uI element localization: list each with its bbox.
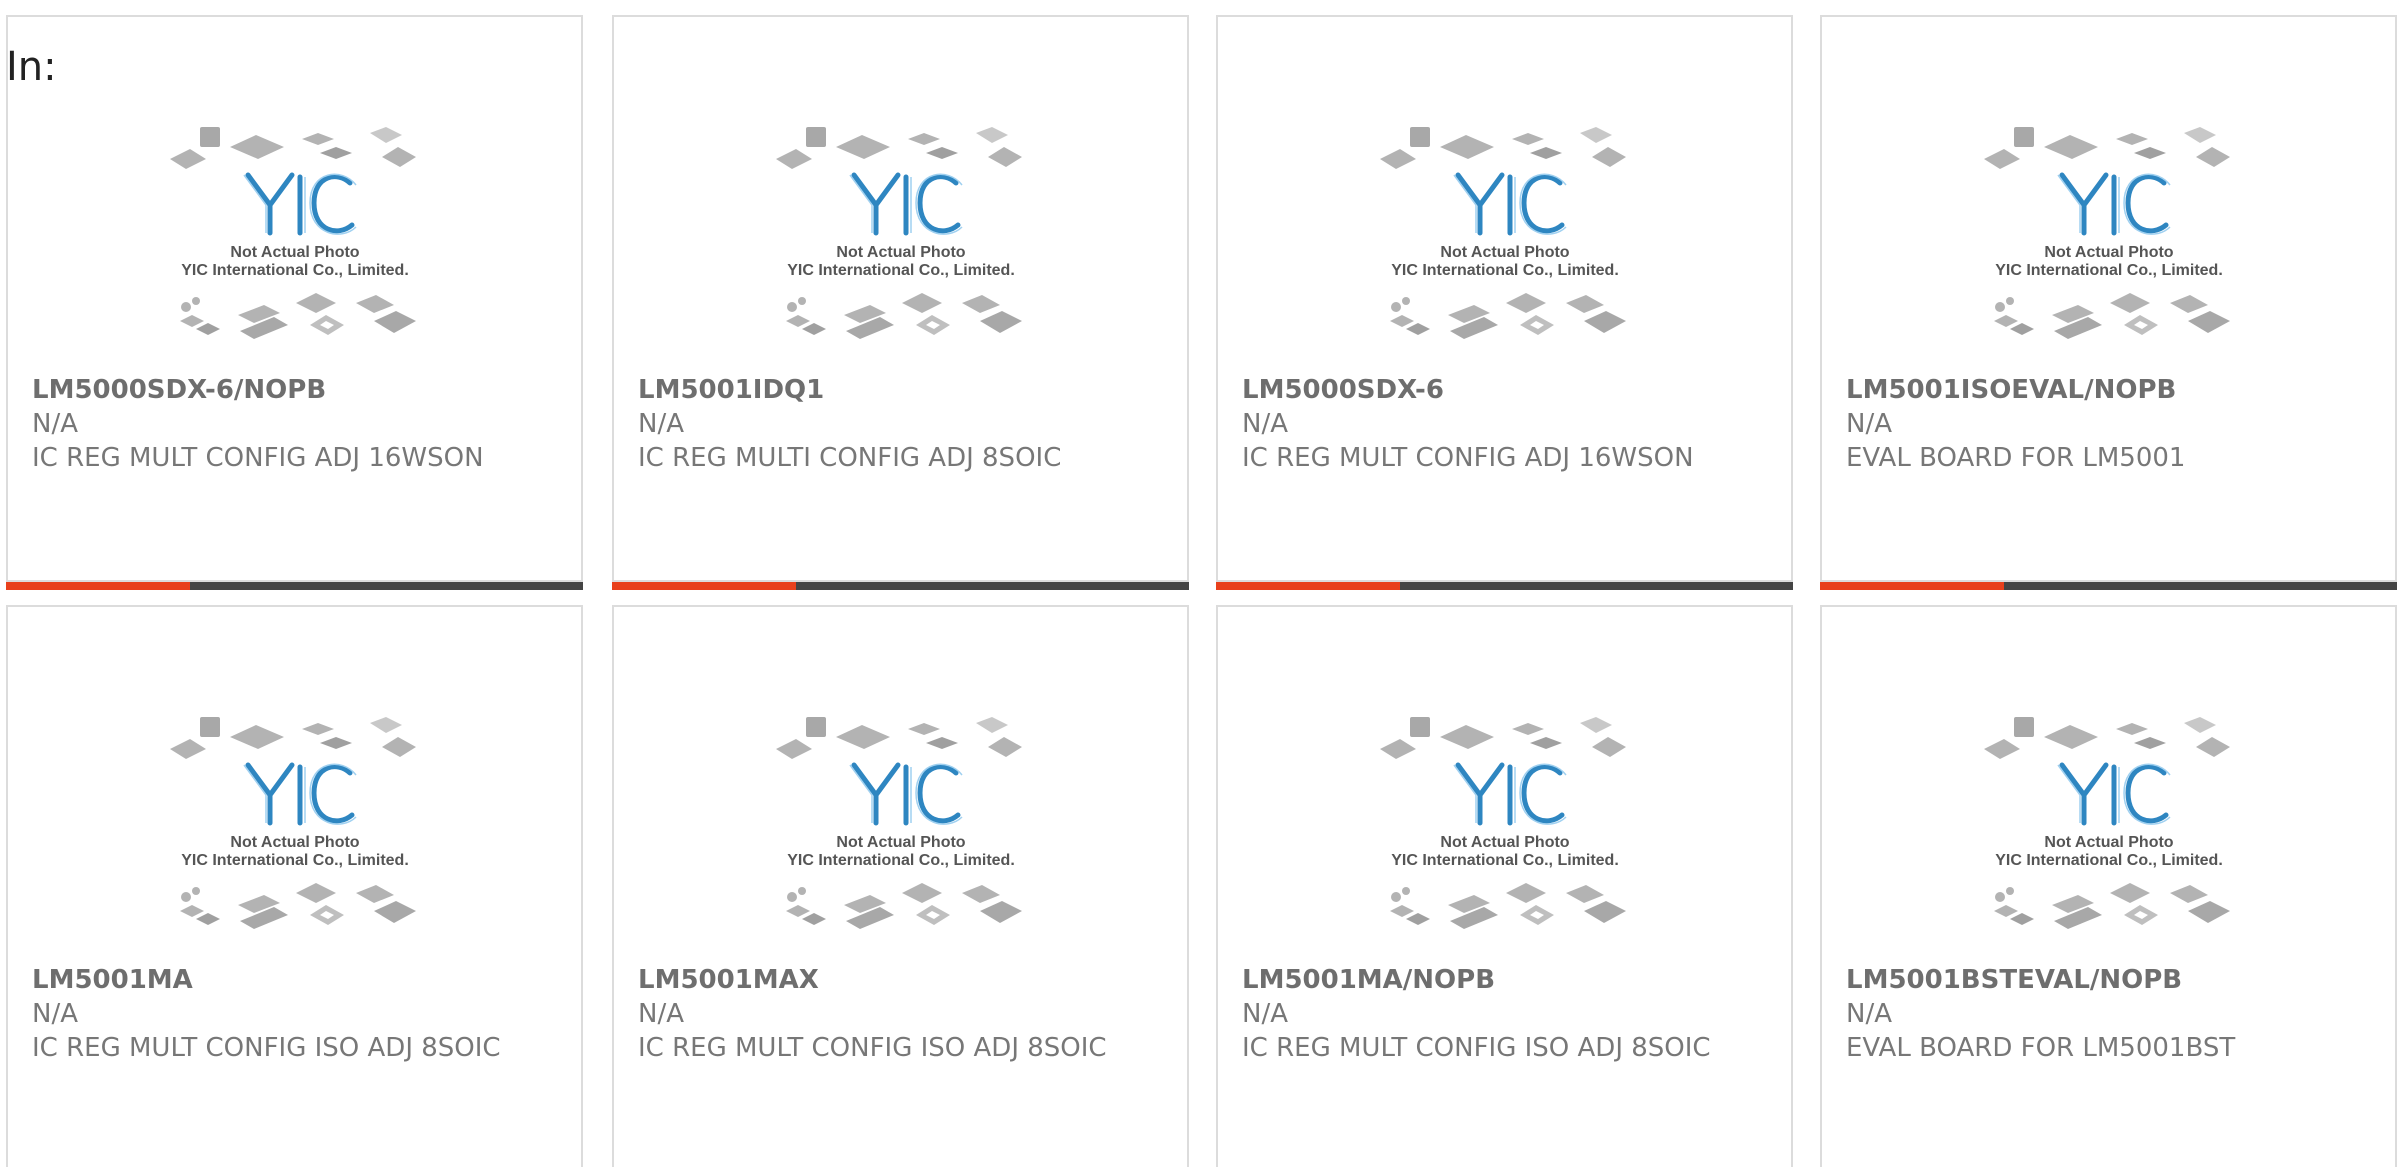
not-actual-photo-text: Not Actual Photo <box>1440 834 1569 851</box>
manufacturer-text: N/A <box>638 409 684 439</box>
product-card[interactable]: Not Actual Photo YIC International Co., … <box>1216 605 1793 1167</box>
product-image[interactable]: Not Actual Photo YIC International Co., … <box>614 695 1187 953</box>
description-text: EVAL BOARD FOR LM5001BST <box>1846 1033 2236 1063</box>
description-text: IC REG MULTI CONFIG ADJ 8SOIC <box>638 443 1062 473</box>
description-text: EVAL BOARD FOR LM5001 <box>1846 443 2186 473</box>
product-info: LM5001MAX N/A IC REG MULT CONFIG ISO ADJ 8… <box>638 963 1167 1065</box>
not-actual-photo-text: Not Actual Photo <box>2044 244 2173 261</box>
product-image[interactable]: Not Actual Photo YIC International Co., … <box>614 105 1187 363</box>
not-actual-photo-text: Not Actual Photo <box>836 244 965 261</box>
part-number-link[interactable]: LM5000SDX-6/NOPB <box>32 373 561 407</box>
company-name-text: YIC International Co., Limited. <box>1391 262 1619 279</box>
card-accent-bar <box>1216 582 1400 590</box>
product-card[interactable]: Not Actual Photo YIC International Co., … <box>1216 15 1793 590</box>
product-info: LM5001MA N/A IC REG MULT CONFIG ISO ADJ 8S… <box>32 963 561 1065</box>
part-number-link[interactable]: LM5001MAX <box>638 963 1167 997</box>
manufacturer-text: N/A <box>32 999 78 1029</box>
not-actual-photo-text: Not Actual Photo <box>230 244 359 261</box>
product-image[interactable]: Not Actual Photo YIC International Co., … <box>8 105 581 363</box>
description-text: IC REG MULT CONFIG ADJ 16WSON <box>1242 443 1694 473</box>
product-card[interactable]: Not Actual Photo YIC International Co., … <box>1820 605 2397 1167</box>
product-card[interactable]: Not Actual Photo YIC International Co., … <box>6 605 583 1167</box>
product-image[interactable]: Not Actual Photo YIC International Co., … <box>1822 105 2395 363</box>
description-text: IC REG MULT CONFIG ISO ADJ 8SOIC <box>1242 1033 1711 1063</box>
card-accent-bar <box>6 582 190 590</box>
product-image[interactable]: Not Actual Photo YIC International Co., … <box>1218 695 1791 953</box>
part-number-link[interactable]: LM5001MA/NOPB <box>1242 963 1771 997</box>
product-image[interactable]: Not Actual Photo YIC International Co., … <box>8 695 581 953</box>
filter-label: In: <box>6 44 57 90</box>
product-card[interactable]: Not Actual Photo YIC International Co., … <box>6 15 583 590</box>
not-actual-photo-text: Not Actual Photo <box>230 834 359 851</box>
product-grid-page: In: Not Actual Photo YIC International C… <box>0 0 2400 1167</box>
part-number-link[interactable]: LM5001IDQ1 <box>638 373 1167 407</box>
product-info: LM5001ISOEVAL/NOPB N/A EVAL BOARD FOR LM50… <box>1846 373 2375 475</box>
card-bottom-bar <box>612 582 1189 590</box>
company-name-text: YIC International Co., Limited. <box>1995 852 2223 869</box>
manufacturer-text: N/A <box>1242 999 1288 1029</box>
product-card[interactable]: Not Actual Photo YIC International Co., … <box>612 605 1189 1167</box>
description-text: IC REG MULT CONFIG ISO ADJ 8SOIC <box>32 1033 501 1063</box>
manufacturer-text: N/A <box>638 999 684 1029</box>
company-name-text: YIC International Co., Limited. <box>1995 262 2223 279</box>
product-image[interactable]: Not Actual Photo YIC International Co., … <box>1218 105 1791 363</box>
card-bottom-bar <box>1820 582 2397 590</box>
product-image[interactable]: Not Actual Photo YIC International Co., … <box>1822 695 2395 953</box>
product-info: LM5000SDX-6/NOPB N/A IC REG MULT CONFIG AD… <box>32 373 561 475</box>
product-card[interactable]: Not Actual Photo YIC International Co., … <box>1820 15 2397 590</box>
company-name-text: YIC International Co., Limited. <box>1391 852 1619 869</box>
card-bottom-bar <box>6 582 583 590</box>
part-number-link[interactable]: LM5001ISOEVAL/NOPB <box>1846 373 2375 407</box>
part-number-link[interactable]: LM5001MA <box>32 963 561 997</box>
part-number-link[interactable]: LM5000SDX-6 <box>1242 373 1771 407</box>
not-actual-photo-text: Not Actual Photo <box>2044 834 2173 851</box>
not-actual-photo-text: Not Actual Photo <box>1440 244 1569 261</box>
card-bottom-bar <box>1216 582 1793 590</box>
product-info: LM5001IDQ1 N/A IC REG MULTI CONFIG ADJ 8SO… <box>638 373 1167 475</box>
card-accent-bar <box>1820 582 2004 590</box>
company-name-text: YIC International Co., Limited. <box>181 262 409 279</box>
product-info: LM5001MA/NOPB N/A IC REG MULT CONFIG ISO A… <box>1242 963 1771 1065</box>
product-card[interactable]: Not Actual Photo YIC International Co., … <box>612 15 1189 590</box>
company-name-text: YIC International Co., Limited. <box>181 852 409 869</box>
not-actual-photo-text: Not Actual Photo <box>836 834 965 851</box>
product-info: LM5000SDX-6 N/A IC REG MULT CONFIG ADJ 16W… <box>1242 373 1771 475</box>
card-accent-bar <box>612 582 796 590</box>
description-text: IC REG MULT CONFIG ISO ADJ 8SOIC <box>638 1033 1107 1063</box>
manufacturer-text: N/A <box>1846 999 1892 1029</box>
manufacturer-text: N/A <box>1242 409 1288 439</box>
company-name-text: YIC International Co., Limited. <box>787 262 1015 279</box>
manufacturer-text: N/A <box>32 409 78 439</box>
manufacturer-text: N/A <box>1846 409 1892 439</box>
product-info: LM5001BSTEVAL/NOPB N/A EVAL BOARD FOR LM50… <box>1846 963 2375 1065</box>
company-name-text: YIC International Co., Limited. <box>787 852 1015 869</box>
description-text: IC REG MULT CONFIG ADJ 16WSON <box>32 443 484 473</box>
part-number-link[interactable]: LM5001BSTEVAL/NOPB <box>1846 963 2375 997</box>
